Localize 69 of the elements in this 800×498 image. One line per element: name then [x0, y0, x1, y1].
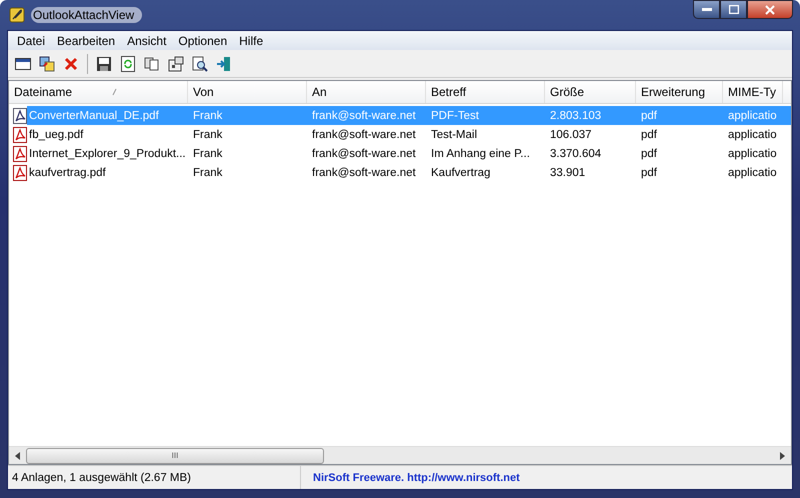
table-cell: Frank — [193, 166, 222, 178]
table-cell: frank@soft-ware.net — [312, 166, 416, 178]
table-cell: Frank — [193, 148, 222, 160]
table-row[interactable]: fb_ueg.pdf Frank frank@soft-ware.net Test-Mail 106.037 pdf applicatio — [9, 125, 791, 144]
status-text: 4 Anlagen, 1 ausgewählt (2.67 MB) — [12, 472, 192, 484]
menu-item[interactable]: Hilfe — [233, 34, 270, 48]
table-cell: 3.370.604 — [550, 148, 602, 160]
delete-icon — [64, 56, 78, 70]
maximize-icon — [728, 5, 738, 14]
table-cell: Frank — [193, 110, 222, 122]
column-header[interactable]: An — [307, 81, 426, 103]
menu-item[interactable]: Bearbeiten — [51, 34, 122, 48]
table-cell: applicatio — [728, 166, 777, 178]
table-cell: pdf — [641, 166, 657, 178]
table-cell: applicatio — [728, 148, 777, 160]
table-cell: kaufvertrag.pdf — [29, 166, 106, 178]
pdf-file-icon — [12, 146, 28, 162]
table-cell: PDF-Test — [431, 110, 479, 122]
table-cell: 33.901 — [550, 166, 586, 178]
column-header[interactable]: MIME-Ty — [723, 81, 783, 103]
column-header[interactable]: Erweiterung — [636, 81, 723, 103]
column-header[interactable]: Größe — [545, 81, 636, 103]
column-header[interactable]: Dateiname — [9, 81, 188, 103]
table-row[interactable]: Internet_Explorer_9_Produkt... Frank frank@soft-ware.net Im Anhang eine P... 3.370.604 pdf applicatio — [9, 144, 791, 163]
column-header[interactable]: Betreff — [426, 81, 545, 103]
table-cell: 2.803.103 — [550, 110, 602, 122]
close-button[interactable] — [747, 0, 793, 19]
pdf-file-icon — [12, 126, 28, 142]
minimize-button[interactable] — [693, 0, 720, 19]
sort-icon — [112, 88, 118, 96]
properties-icon — [168, 56, 184, 72]
table-cell: Frank — [193, 128, 222, 140]
table-cell: frank@soft-ware.net — [312, 110, 416, 122]
documents-icon — [39, 56, 55, 72]
minimize-icon — [702, 8, 712, 12]
window-title: OutlookAttachView — [31, 7, 142, 23]
table-cell: frank@soft-ware.net — [312, 128, 416, 140]
table-cell: pdf — [641, 110, 657, 122]
table-cell: fb_ueg.pdf — [29, 128, 84, 140]
table-cell: ConverterManual_DE.pdf — [29, 110, 159, 122]
maximize-button[interactable] — [720, 0, 747, 19]
copy-icon — [144, 56, 160, 70]
window-icon — [15, 56, 31, 70]
close-icon — [765, 4, 775, 14]
table-cell: Im Anhang eine P... — [431, 148, 530, 160]
table-cell: Kaufvertrag — [431, 166, 490, 178]
table-cell: Test-Mail — [431, 128, 478, 140]
left-arrow-icon — [15, 452, 20, 460]
table-cell: pdf — [641, 148, 657, 160]
table-row[interactable]: kaufvertrag.pdf Frank frank@soft-ware.net Kaufvertrag 33.901 pdf applicatio — [9, 163, 791, 182]
menu-item[interactable]: Ansicht — [121, 34, 172, 48]
refresh-icon — [121, 56, 135, 72]
table-cell: 106.037 — [550, 128, 592, 140]
right-arrow-icon — [780, 452, 785, 460]
website-link[interactable]: NirSoft Freeware. http://www.nirsoft.net — [313, 472, 520, 484]
pdf-file-icon — [12, 164, 28, 180]
search-icon — [192, 56, 208, 72]
column-header[interactable]: Von — [188, 81, 307, 103]
save-icon — [96, 56, 112, 72]
pdf-file-icon — [12, 108, 28, 124]
menu-item[interactable]: Optionen — [172, 34, 234, 48]
table-cell: Internet_Explorer_9_Produkt... — [29, 148, 186, 160]
table-cell: applicatio — [728, 128, 777, 140]
table-cell: frank@soft-ware.net — [312, 148, 416, 160]
table-cell: applicatio — [728, 110, 777, 122]
menu-item[interactable]: Datei — [11, 34, 52, 48]
scrollbar-thumb[interactable]: III — [26, 448, 324, 464]
table-cell: pdf — [641, 128, 657, 140]
exit-door-icon — [216, 56, 232, 72]
